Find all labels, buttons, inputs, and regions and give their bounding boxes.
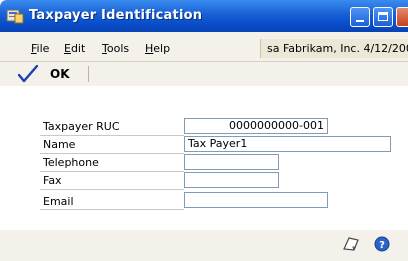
close-button[interactable] [396, 7, 408, 27]
telephone-label: Telephone [43, 156, 99, 169]
title-bar[interactable]: Taxpayer Identification [0, 0, 408, 32]
row-divider [40, 189, 184, 190]
row-divider [40, 135, 184, 136]
help-icon[interactable]: ? [374, 236, 390, 252]
company-info: sa Fabrikam, Inc. 4/12/2007 [260, 39, 408, 58]
ok-button[interactable]: OK [14, 63, 76, 85]
row-divider [40, 171, 184, 172]
email-label: Email [43, 195, 74, 208]
form-area: Taxpayer RUC 0000000000-001 Name Tax Pay… [0, 86, 408, 230]
maximize-button[interactable] [373, 7, 393, 27]
email-field[interactable] [184, 192, 328, 208]
window: Taxpayer Identification File Edit Tools … [0, 0, 408, 261]
minimize-button[interactable] [350, 7, 370, 27]
row-divider [40, 209, 184, 210]
minimize-icon [356, 20, 364, 22]
fax-field[interactable] [184, 172, 279, 188]
taxpayer-ruc-field[interactable]: 0000000000-001 [184, 118, 328, 134]
maximize-icon [378, 12, 388, 21]
name-field[interactable]: Tax Payer1 [184, 136, 391, 152]
menu-tools[interactable]: Tools [102, 42, 129, 55]
toolbar: OK [0, 61, 408, 87]
ok-label: OK [50, 67, 70, 81]
telephone-field[interactable] [184, 154, 279, 170]
app-icon [6, 9, 24, 24]
toolbar-separator [88, 66, 89, 82]
window-title: Taxpayer Identification [29, 8, 203, 23]
menu-file[interactable]: File [31, 42, 49, 55]
svg-text:?: ? [379, 240, 385, 251]
row-divider [40, 153, 184, 154]
taxpayer-ruc-label: Taxpayer RUC [43, 120, 120, 133]
note-icon[interactable] [342, 236, 360, 252]
fax-label: Fax [43, 174, 62, 187]
menu-help[interactable]: Help [145, 42, 170, 55]
menu-edit[interactable]: Edit [64, 42, 85, 55]
status-bar: ? [0, 230, 408, 261]
name-label: Name [43, 138, 76, 151]
check-icon [18, 65, 38, 83]
